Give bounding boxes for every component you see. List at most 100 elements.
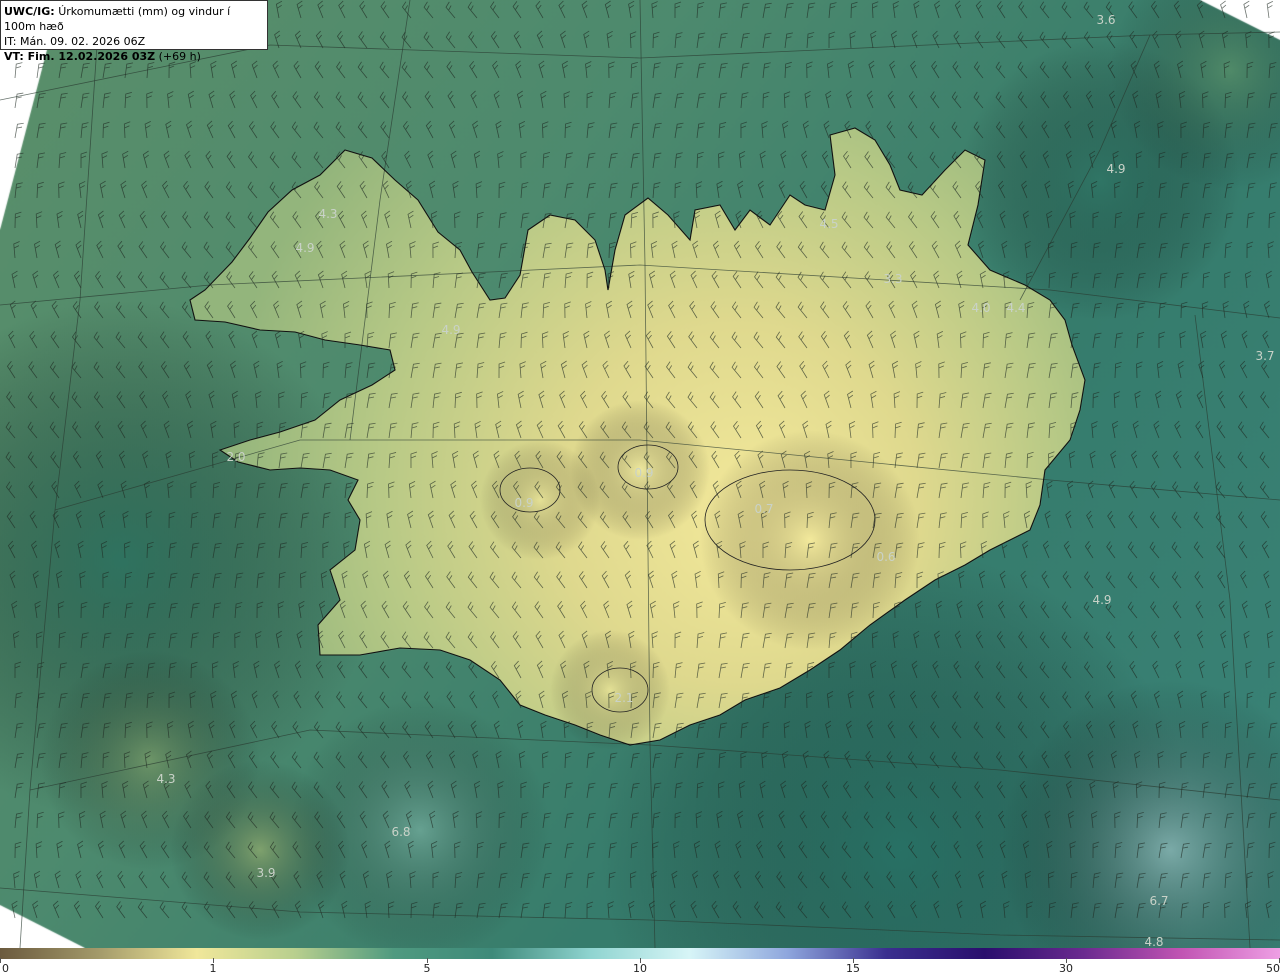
wind-barb [124, 62, 134, 79]
map-overlay: 3.64.94.34.54.93.34.0 4.44.93.72.00.90.9 0… [0, 0, 1280, 948]
wind-barb [960, 361, 969, 379]
wind-barb [184, 780, 192, 799]
wind-barb [454, 902, 464, 919]
wind-barb [540, 720, 547, 739]
wind-barb [1114, 302, 1124, 319]
wind-barb [687, 391, 698, 409]
wind-barb [1241, 330, 1248, 349]
wind-barb [1092, 211, 1100, 229]
wind-barb [581, 0, 588, 19]
wind-barb [206, 120, 214, 139]
wind-barb [97, 210, 105, 229]
wind-barb [540, 90, 547, 109]
wind-barb [1065, 510, 1072, 529]
wind-barb [828, 481, 836, 499]
wind-barb [931, 60, 940, 79]
wind-barb [1021, 180, 1028, 199]
wind-barb [1114, 242, 1124, 259]
wind-barb [913, 630, 920, 649]
wind-barb [1219, 360, 1226, 379]
map-value-label: 0.7 [754, 502, 773, 516]
wind-barb [77, 840, 84, 859]
wind-barb [780, 150, 787, 169]
wind-barb [123, 121, 131, 139]
wind-barb [929, 121, 940, 139]
wind-barb [718, 632, 728, 649]
wind-barb [359, 630, 368, 649]
wind-barb [495, 420, 502, 439]
wind-barb [256, 601, 264, 619]
wind-barb [269, 841, 280, 859]
wind-barb [542, 782, 551, 799]
wind-barb [936, 330, 944, 349]
wind-barb [423, 1, 434, 19]
wind-barb [960, 511, 969, 529]
wind-barb [842, 301, 852, 319]
wind-barb [602, 360, 610, 379]
wind-barb [599, 481, 610, 499]
wind-barb [168, 602, 178, 619]
wind-barb [124, 632, 134, 649]
wind-barb [1092, 332, 1102, 349]
wind-barb [256, 421, 264, 439]
wind-barb [1085, 720, 1094, 739]
wind-barb [910, 900, 918, 919]
wind-barb [886, 871, 896, 889]
wind-barb [1260, 511, 1270, 529]
wind-barb [452, 450, 459, 469]
wind-barb [1195, 420, 1204, 439]
wind-barb [471, 480, 478, 499]
wind-barb [384, 210, 391, 229]
wind-barb [124, 572, 133, 589]
wind-barb [819, 841, 830, 859]
wind-barb [951, 121, 962, 139]
wind-barb [1136, 811, 1144, 829]
wind-barb [168, 542, 177, 559]
wind-barb [291, 151, 302, 169]
wind-barb [797, 301, 808, 319]
wind-barb [212, 512, 222, 529]
wind-barb [1265, 900, 1272, 919]
wind-barb [256, 542, 266, 559]
wind-barb [871, 631, 879, 649]
wind-barb [629, 31, 637, 49]
wind-barb [1062, 91, 1072, 109]
wind-barb [841, 271, 852, 289]
wind-barb [907, 811, 918, 829]
wind-barb [1158, 182, 1167, 199]
wind-barb [1048, 362, 1058, 379]
wind-barb [1202, 812, 1212, 829]
wind-barb [1136, 212, 1146, 229]
wind-barb [891, 360, 899, 379]
wind-barb [799, 180, 808, 199]
wind-barb [58, 631, 66, 649]
wind-barb [1201, 301, 1209, 319]
wind-barb [124, 91, 132, 109]
wind-barb [652, 692, 661, 709]
wind-barb [205, 780, 214, 799]
wind-barb [1114, 902, 1124, 919]
wind-barb [931, 240, 940, 259]
wind-barb [776, 361, 786, 379]
wind-barb [1026, 332, 1036, 349]
color-scale: 0 1 5 10 15 30 50 [0, 948, 1280, 978]
wind-barb [247, 211, 258, 229]
wind-barb [206, 360, 214, 379]
wind-barb [938, 392, 947, 409]
wind-barb [335, 751, 346, 769]
wind-barb [540, 360, 547, 379]
wind-barb [322, 392, 331, 409]
wind-barb [1196, 390, 1204, 409]
wind-barb [669, 900, 676, 919]
wind-barb [674, 692, 684, 709]
wind-barb [542, 272, 552, 289]
wind-barb [1106, 31, 1116, 49]
wind-barb [52, 900, 60, 919]
wind-barb [841, 211, 852, 229]
wind-barb [278, 391, 285, 409]
wind-barb [181, 241, 192, 259]
wind-barb [557, 420, 566, 439]
wind-barb [229, 720, 236, 739]
wind-barb [893, 391, 901, 409]
wind-barb [1246, 752, 1256, 769]
